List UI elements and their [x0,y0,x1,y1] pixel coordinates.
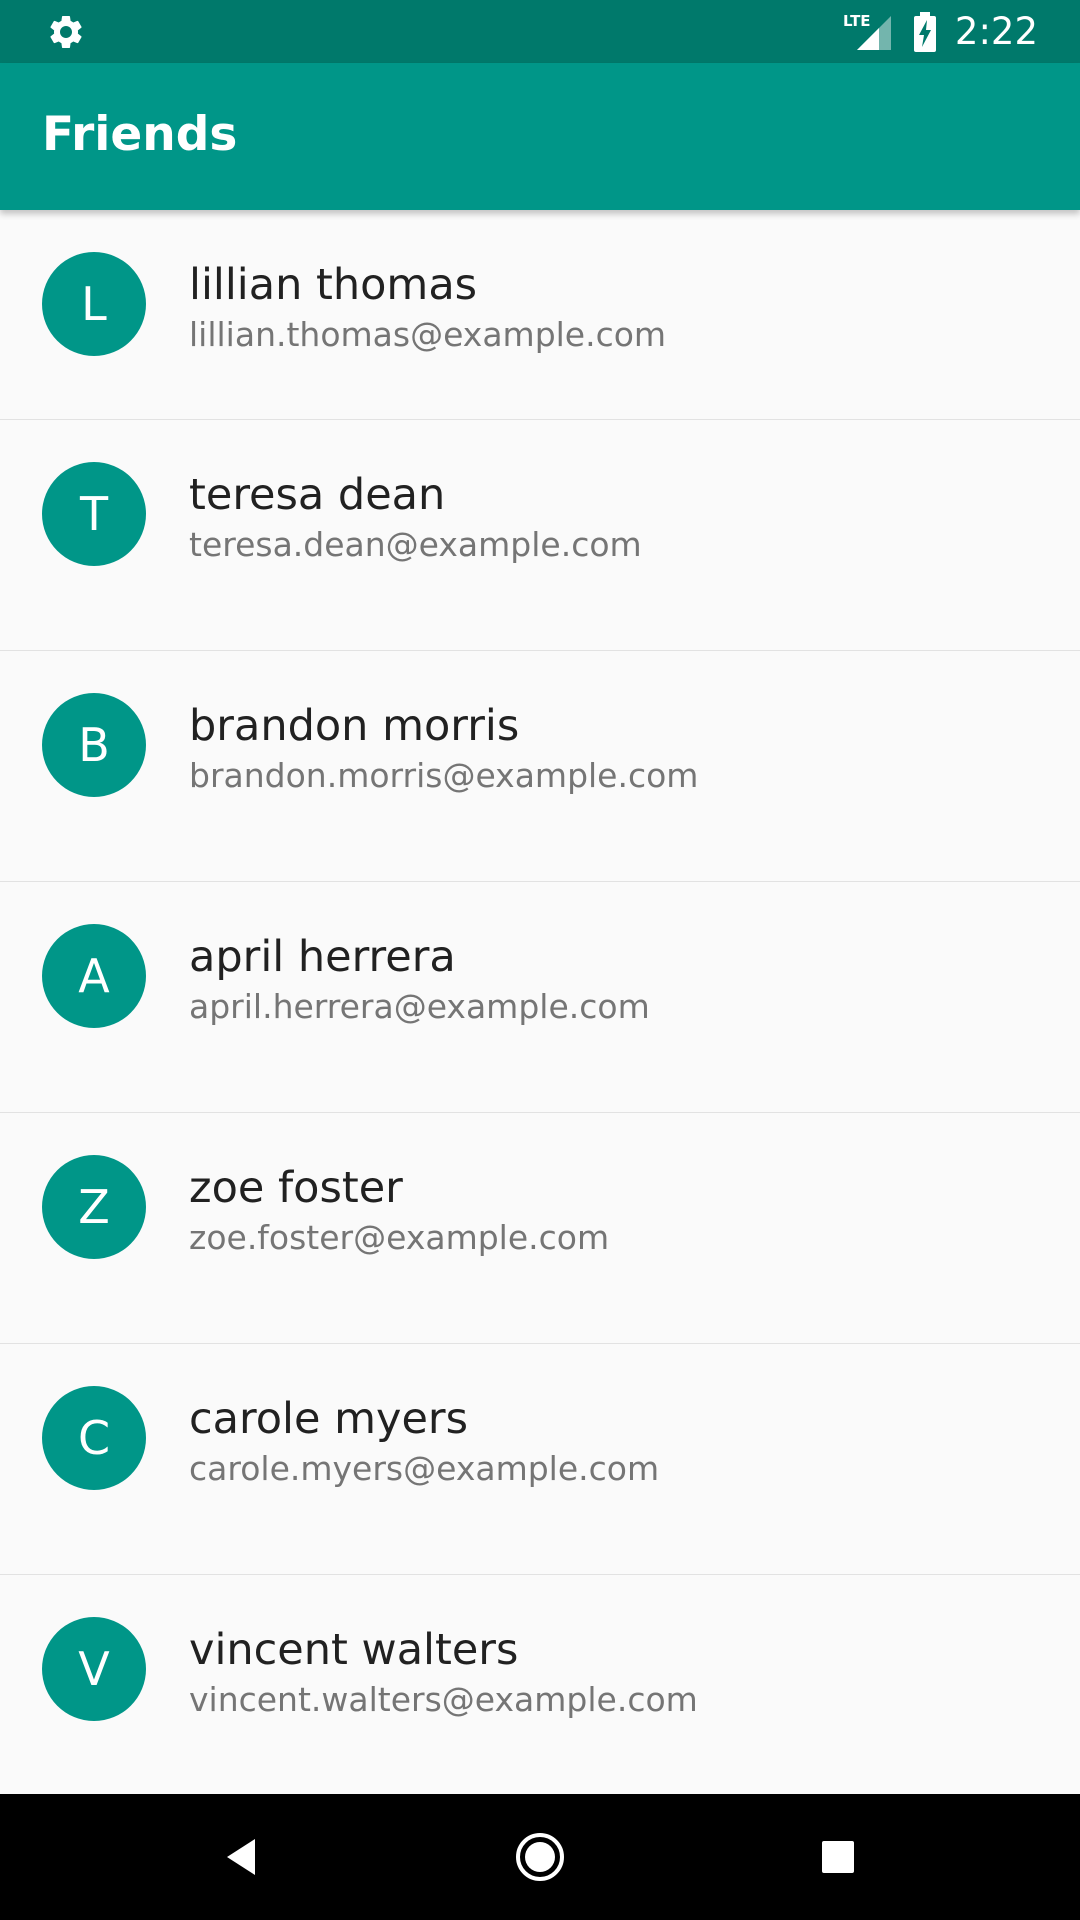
back-button[interactable] [206,1822,276,1892]
status-icons: LTE 2:22 [843,0,1038,63]
friend-email: vincent.walters@example.com [189,1680,698,1719]
recents-icon [822,1841,854,1873]
avatar: C [42,1386,146,1490]
app-bar: Friends [0,63,1080,210]
avatar: B [42,693,146,797]
status-bar: LTE 2:22 [0,0,1080,63]
lte-signal-icon: LTE [843,12,891,50]
friend-name: lillian thomas [189,260,478,310]
friend-email: carole.myers@example.com [189,1449,660,1488]
avatar: V [42,1617,146,1721]
list-item[interactable]: Zzoe foster zoe.foster@example.com [0,1113,1080,1344]
home-icon [516,1833,564,1881]
friend-name: teresa dean [189,470,446,520]
friend-email: lillian.thomas@example.com [189,315,667,354]
navigation-bar [0,1794,1080,1920]
friend-name: april herrera [189,932,456,982]
friend-name: brandon morris [189,701,520,751]
list-item[interactable]: Aapril herrera april.herrera@example.com [0,882,1080,1113]
list-item[interactable]: Ccarole myers carole.myers@example.com [0,1344,1080,1575]
friend-email: april.herrera@example.com [189,987,650,1026]
page-title: Friends [42,107,238,162]
friend-email: teresa.dean@example.com [189,525,642,564]
list-item[interactable]: Vvincent walters vincent.walters@example.… [0,1575,1080,1794]
list-item[interactable]: Bbrandon morris brandon.morris@example.co… [0,651,1080,882]
avatar: T [42,462,146,566]
gear-icon[interactable] [46,12,86,52]
battery-charging-icon [913,11,936,52]
friend-email: zoe.foster@example.com [189,1218,610,1257]
avatar: L [42,252,146,356]
avatar: Z [42,1155,146,1259]
avatar: A [42,924,146,1028]
recents-button[interactable] [803,1822,873,1892]
network-label: LTE [843,12,871,30]
friend-name: vincent walters [189,1625,519,1675]
friend-name: carole myers [189,1394,468,1444]
list-item[interactable]: Llillian thomas lillian.thomas@example.co… [0,210,1080,420]
back-icon [227,1839,255,1875]
friend-email: brandon.morris@example.com [189,756,699,795]
friends-list: Llillian thomas lillian.thomas@example.co… [0,210,1080,1794]
clock: 2:22 [954,10,1038,53]
list-item[interactable]: Tteresa dean teresa.dean@example.com [0,420,1080,651]
friend-name: zoe foster [189,1163,403,1213]
home-button[interactable] [505,1822,575,1892]
